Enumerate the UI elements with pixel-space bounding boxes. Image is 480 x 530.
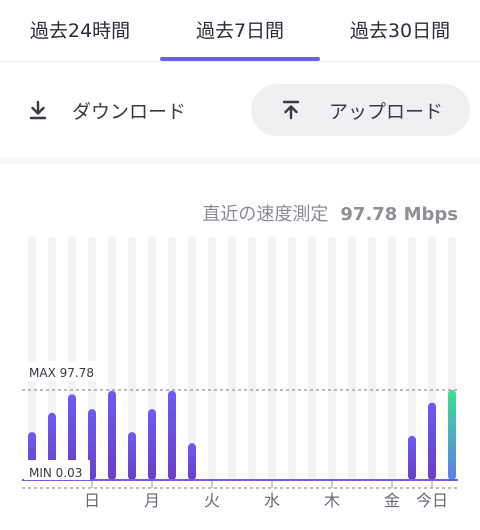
x-axis-label: 金: [384, 491, 400, 510]
tab-7-days[interactable]: 過去7日間: [160, 0, 320, 58]
x-axis-label: 今日: [416, 491, 448, 510]
speed-bar: [428, 402, 436, 480]
bar-track: [328, 236, 336, 480]
x-axis-label: 水: [264, 491, 280, 510]
x-axis-label: 日: [84, 491, 100, 510]
tab-30-days[interactable]: 過去30日間: [320, 0, 480, 58]
bar-track: [268, 236, 276, 480]
section-divider: [0, 158, 480, 164]
latest-measurement-label: 直近の速度測定: [202, 204, 329, 225]
latest-measurement-value: 97.78 Mbps: [340, 204, 458, 225]
upload-button[interactable]: アップロード: [251, 84, 470, 136]
speed-bar: [408, 435, 416, 480]
range-tabs: 過去24時間 過去7日間 過去30日間: [0, 0, 480, 61]
download-label: ダウンロード: [72, 100, 187, 123]
speed-bar: [128, 432, 136, 480]
upload-icon: [279, 98, 303, 122]
bar-track: [288, 236, 296, 480]
speed-bar: [148, 409, 156, 480]
speed-bar: [188, 443, 196, 480]
current-speed-bar: [448, 390, 456, 480]
bar-track: [348, 236, 356, 480]
latest-measurement: 直近の速度測定 97.78 Mbps: [202, 200, 458, 226]
x-axis-label: 月: [144, 491, 160, 510]
upload-label: アップロード: [329, 100, 444, 123]
speed-bar: [168, 390, 176, 480]
download-icon: [26, 98, 50, 122]
download-button[interactable]: ダウンロード: [26, 84, 236, 136]
bar-track: [248, 236, 256, 480]
bar-track: [368, 236, 376, 480]
tabs-divider: [0, 61, 480, 62]
tab-24-hours[interactable]: 過去24時間: [0, 0, 160, 58]
bar-track: [208, 236, 216, 480]
bar-track: [228, 236, 236, 480]
speed-bar: [108, 390, 116, 480]
min-label: MIN 0.03: [29, 466, 82, 480]
bar-track: [308, 236, 316, 480]
x-axis-label: 火: [204, 491, 220, 510]
bar-track: [388, 236, 396, 480]
max-label: MAX 97.78: [29, 366, 94, 380]
speed-bar-chart: MAX 97.78 MIN 0.03 日 月 火 水 木 金今日: [22, 236, 458, 510]
x-axis-label: 木: [324, 491, 340, 510]
